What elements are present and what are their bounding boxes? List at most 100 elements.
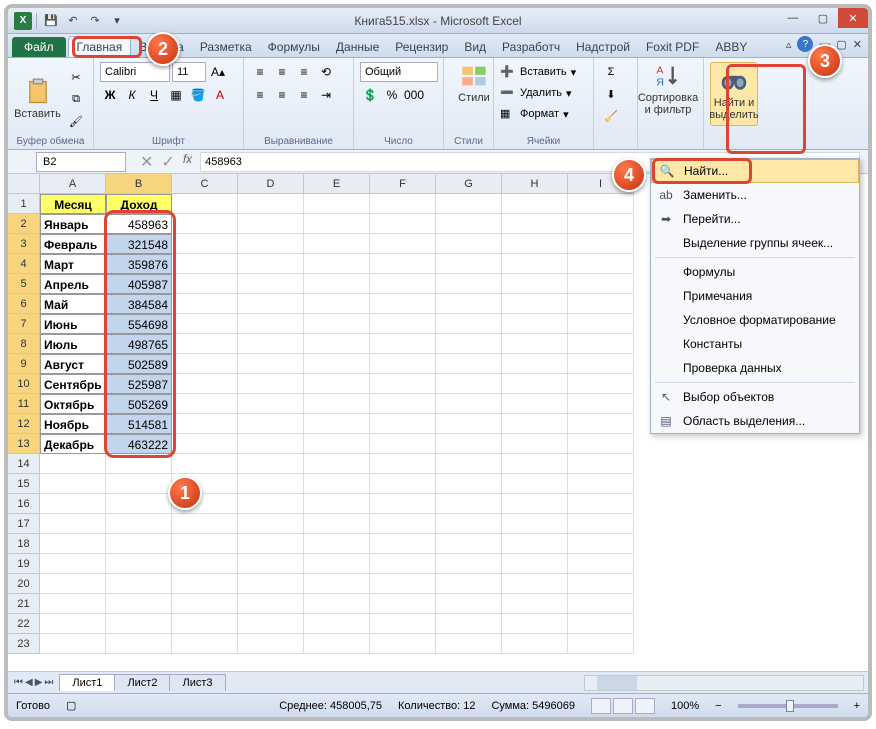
cell-D23[interactable] bbox=[238, 634, 304, 654]
cell-G13[interactable] bbox=[436, 434, 502, 454]
font-color-button[interactable]: A bbox=[210, 85, 230, 105]
cell-H8[interactable] bbox=[502, 334, 568, 354]
cell-B2[interactable]: 458963 bbox=[106, 214, 172, 234]
cell-G7[interactable] bbox=[436, 314, 502, 334]
cell-H12[interactable] bbox=[502, 414, 568, 434]
menu-replace[interactable]: abЗаменить... bbox=[651, 183, 859, 207]
bold-button[interactable]: Ж bbox=[100, 85, 120, 105]
row-header-4[interactable]: 4 bbox=[8, 254, 40, 274]
align-middle-button[interactable]: ≡ bbox=[272, 62, 292, 82]
sheet-nav-prev[interactable]: ◀ bbox=[25, 677, 33, 688]
tab-addins[interactable]: Надстрой bbox=[568, 37, 638, 57]
fill-button[interactable]: ⬇ bbox=[600, 84, 622, 104]
cell-C10[interactable] bbox=[172, 374, 238, 394]
cell-A7[interactable]: Июнь bbox=[40, 314, 106, 334]
cell-D6[interactable] bbox=[238, 294, 304, 314]
cell-G14[interactable] bbox=[436, 454, 502, 474]
cell-B14[interactable] bbox=[106, 454, 172, 474]
cell-D13[interactable] bbox=[238, 434, 304, 454]
tab-data[interactable]: Данные bbox=[328, 37, 387, 57]
cell-H5[interactable] bbox=[502, 274, 568, 294]
cell-E5[interactable] bbox=[304, 274, 370, 294]
tab-abby[interactable]: ABBY bbox=[707, 37, 755, 57]
cell-F20[interactable] bbox=[370, 574, 436, 594]
enter-formula-icon[interactable]: ✓ bbox=[161, 152, 174, 172]
cell-B20[interactable] bbox=[106, 574, 172, 594]
cell-F12[interactable] bbox=[370, 414, 436, 434]
row-header-19[interactable]: 19 bbox=[8, 554, 40, 574]
select-all-corner[interactable] bbox=[8, 174, 40, 194]
cell-A10[interactable]: Сентябрь bbox=[40, 374, 106, 394]
tab-view[interactable]: Вид bbox=[456, 37, 494, 57]
cell-I19[interactable] bbox=[568, 554, 634, 574]
cell-I1[interactable] bbox=[568, 194, 634, 214]
cell-A15[interactable] bbox=[40, 474, 106, 494]
cell-F3[interactable] bbox=[370, 234, 436, 254]
column-header-E[interactable]: E bbox=[304, 174, 370, 194]
tab-foxit[interactable]: Foxit PDF bbox=[638, 37, 707, 57]
cell-A5[interactable]: Апрель bbox=[40, 274, 106, 294]
undo-button[interactable]: ↶ bbox=[63, 11, 83, 31]
row-header-14[interactable]: 14 bbox=[8, 454, 40, 474]
cell-I9[interactable] bbox=[568, 354, 634, 374]
align-left-button[interactable]: ≡ bbox=[250, 85, 270, 105]
sort-filter-button[interactable]: АЯ Сортировка и фильтр bbox=[644, 62, 692, 116]
cell-D7[interactable] bbox=[238, 314, 304, 334]
cell-H7[interactable] bbox=[502, 314, 568, 334]
cell-B23[interactable] bbox=[106, 634, 172, 654]
tab-developer[interactable]: Разработч bbox=[494, 37, 568, 57]
row-header-9[interactable]: 9 bbox=[8, 354, 40, 374]
cell-D18[interactable] bbox=[238, 534, 304, 554]
cell-H15[interactable] bbox=[502, 474, 568, 494]
cell-I18[interactable] bbox=[568, 534, 634, 554]
cell-D2[interactable] bbox=[238, 214, 304, 234]
cell-G17[interactable] bbox=[436, 514, 502, 534]
cell-D20[interactable] bbox=[238, 574, 304, 594]
cell-A6[interactable]: Май bbox=[40, 294, 106, 314]
cell-D1[interactable] bbox=[238, 194, 304, 214]
cell-H19[interactable] bbox=[502, 554, 568, 574]
column-header-B[interactable]: B bbox=[106, 174, 172, 194]
cell-B11[interactable]: 505269 bbox=[106, 394, 172, 414]
cell-H1[interactable] bbox=[502, 194, 568, 214]
styles-button[interactable]: Стили bbox=[450, 62, 498, 104]
cell-E14[interactable] bbox=[304, 454, 370, 474]
cell-G12[interactable] bbox=[436, 414, 502, 434]
cell-G19[interactable] bbox=[436, 554, 502, 574]
cell-E19[interactable] bbox=[304, 554, 370, 574]
doc-restore[interactable]: ▢ bbox=[836, 38, 846, 51]
cell-A20[interactable] bbox=[40, 574, 106, 594]
cell-A22[interactable] bbox=[40, 614, 106, 634]
align-center-button[interactable]: ≡ bbox=[272, 85, 292, 105]
tab-layout[interactable]: Разметка bbox=[192, 37, 260, 57]
row-header-5[interactable]: 5 bbox=[8, 274, 40, 294]
cell-E13[interactable] bbox=[304, 434, 370, 454]
cell-A17[interactable] bbox=[40, 514, 106, 534]
row-header-6[interactable]: 6 bbox=[8, 294, 40, 314]
cell-G9[interactable] bbox=[436, 354, 502, 374]
column-header-F[interactable]: F bbox=[370, 174, 436, 194]
cell-F15[interactable] bbox=[370, 474, 436, 494]
cell-E15[interactable] bbox=[304, 474, 370, 494]
cell-E11[interactable] bbox=[304, 394, 370, 414]
row-header-1[interactable]: 1 bbox=[8, 194, 40, 214]
cell-C12[interactable] bbox=[172, 414, 238, 434]
cell-A4[interactable]: Март bbox=[40, 254, 106, 274]
minimize-button[interactable]: — bbox=[778, 8, 808, 28]
cell-B9[interactable]: 502589 bbox=[106, 354, 172, 374]
cell-F10[interactable] bbox=[370, 374, 436, 394]
align-bottom-button[interactable]: ≡ bbox=[294, 62, 314, 82]
zoom-out-button[interactable]: − bbox=[715, 700, 721, 712]
copy-button[interactable]: ⧉ bbox=[65, 89, 87, 109]
font-size-select[interactable]: 11 bbox=[172, 62, 206, 82]
menu-formulas[interactable]: Формулы bbox=[651, 260, 859, 284]
cell-I4[interactable] bbox=[568, 254, 634, 274]
cell-D14[interactable] bbox=[238, 454, 304, 474]
column-header-D[interactable]: D bbox=[238, 174, 304, 194]
cell-B22[interactable] bbox=[106, 614, 172, 634]
cell-C6[interactable] bbox=[172, 294, 238, 314]
cell-G21[interactable] bbox=[436, 594, 502, 614]
menu-constants[interactable]: Константы bbox=[651, 332, 859, 356]
row-header-3[interactable]: 3 bbox=[8, 234, 40, 254]
sheet-nav-next[interactable]: ▶ bbox=[35, 677, 43, 688]
